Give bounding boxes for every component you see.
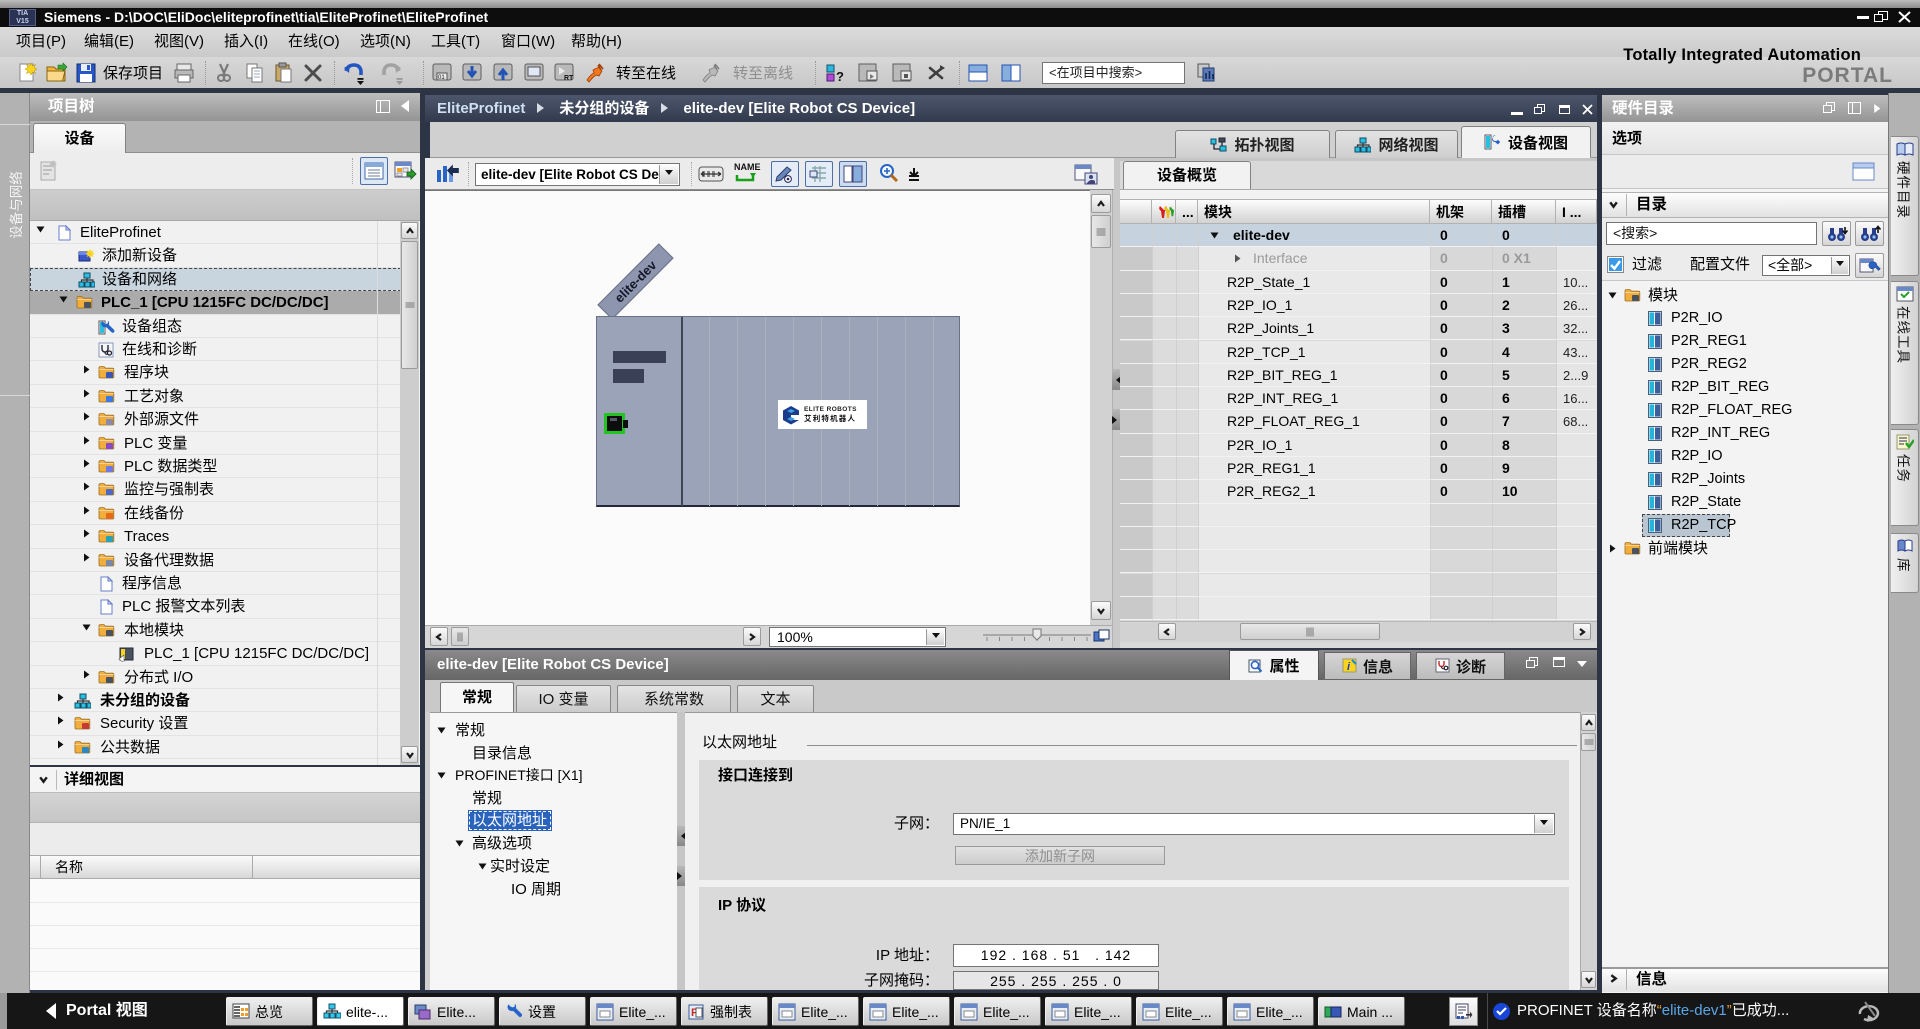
svg-text:01: 01 (438, 75, 445, 81)
svg-text:?: ? (836, 69, 844, 84)
svg-text:NAME: NAME (734, 162, 761, 172)
svg-text:RT: RT (564, 75, 574, 82)
